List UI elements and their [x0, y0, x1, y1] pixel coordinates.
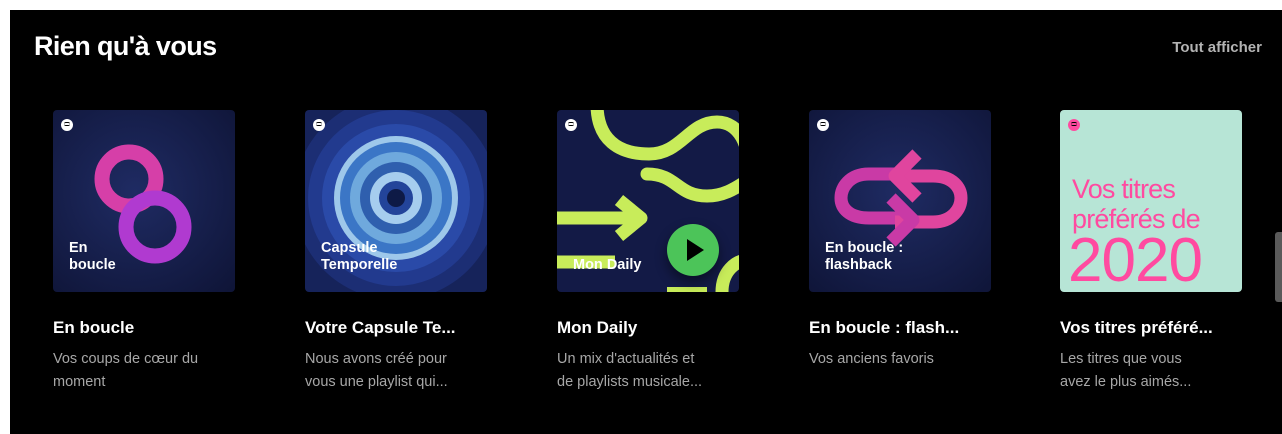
card-description: Nous avons créé pour vous une playlist q… — [305, 351, 448, 390]
cover-capsule-temporelle: Capsule Temporelle — [305, 110, 487, 292]
card-title[interactable]: Votre Capsule Te... — [305, 318, 495, 338]
scrollbar-thumb[interactable] — [1275, 232, 1282, 302]
card-description: Vos anciens favoris — [809, 351, 934, 367]
card-mon-daily[interactable]: Mon Daily Mon Daily Un mix d'actualités … — [539, 110, 759, 410]
cover-mon-daily: Mon Daily — [557, 110, 739, 292]
card-description: Un mix d'actualités et de playlists musi… — [557, 351, 703, 390]
card-description: Vos coups de cœur du moment — [53, 351, 199, 390]
cover-vos-titres-preferes-2020: Vos titres préférés de 2020 — [1060, 110, 1242, 292]
cover-label: Mon Daily — [573, 257, 642, 273]
shelf-title[interactable]: Rien qu'à vous — [34, 31, 217, 62]
card-title[interactable]: En boucle — [53, 318, 243, 338]
card-title[interactable]: Vos titres préféré... — [1060, 318, 1250, 338]
play-button[interactable] — [667, 224, 719, 276]
spotify-icon — [565, 119, 577, 131]
cover-label: En boucle — [69, 240, 116, 273]
card-description: Les titres que vous avez le plus aimés..… — [1060, 351, 1192, 390]
card-title[interactable]: En boucle : flash... — [809, 318, 999, 338]
cover-text: Vos titres préférés de — [1072, 174, 1201, 234]
card-vos-titres-preferes-2020[interactable]: Vos titres préférés de 2020 Vos titres p… — [1042, 110, 1262, 410]
cover-en-boucle-flashback: En boucle : flashback — [809, 110, 991, 292]
spotify-icon — [1068, 119, 1080, 131]
cover-label: En boucle : flashback — [825, 240, 904, 273]
cover-label: Capsule Temporelle — [321, 240, 398, 273]
card-title[interactable]: Mon Daily — [557, 318, 747, 338]
spotify-icon — [313, 119, 325, 131]
shelf-header: Rien qu'à vous Tout afficher — [10, 10, 1282, 80]
card-en-boucle-flashback[interactable]: En boucle : flashback En boucle : flash.… — [791, 110, 1011, 410]
spotify-icon — [817, 119, 829, 131]
cover-en-boucle: En boucle — [53, 110, 235, 292]
card-en-boucle[interactable]: En boucle En boucle Vos coups de cœur du… — [35, 110, 255, 410]
see-all-link[interactable]: Tout afficher — [1172, 39, 1262, 56]
shelf-rien-qu-a-vous: Rien qu'à vous Tout afficher En boucle E… — [10, 10, 1282, 434]
cover-year: 2020 — [1068, 226, 1203, 292]
spotify-icon — [61, 119, 73, 131]
card-capsule-temporelle[interactable]: Capsule Temporelle Votre Capsule Te... N… — [287, 110, 507, 410]
